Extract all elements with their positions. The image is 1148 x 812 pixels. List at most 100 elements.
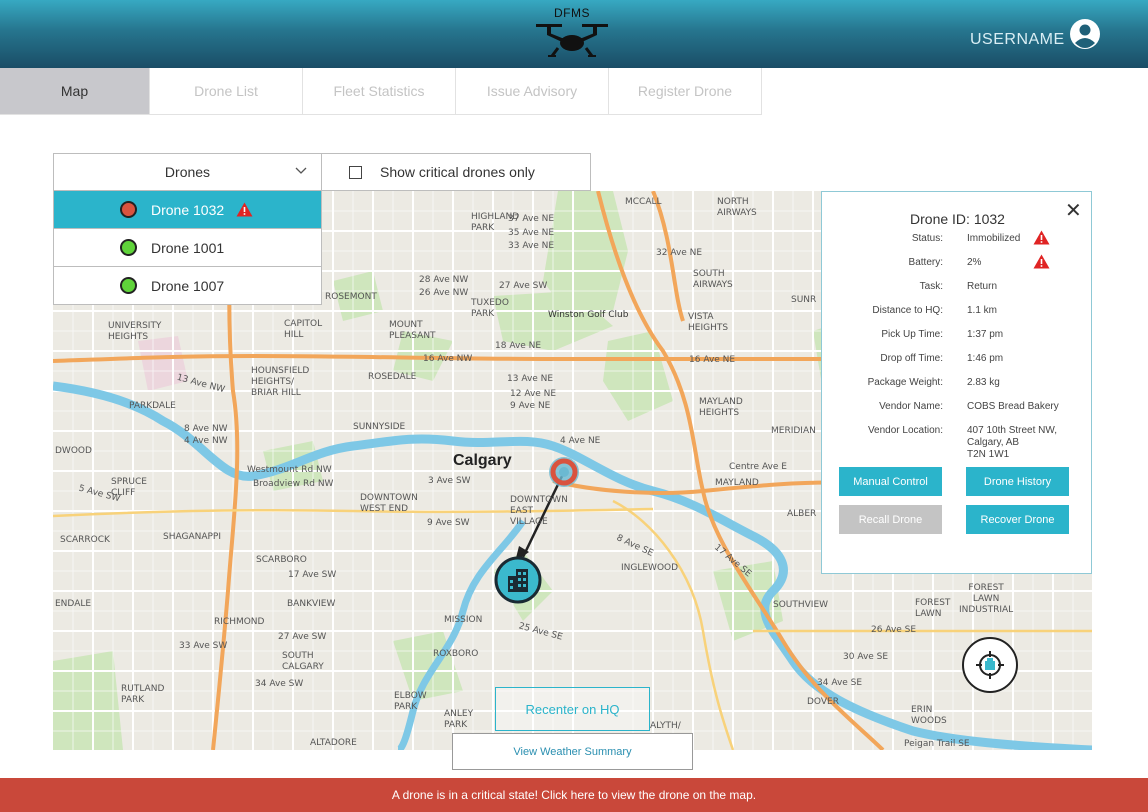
app-logo[interactable]: DFMS: [530, 4, 614, 60]
map-label: BANKVIEW: [287, 599, 336, 609]
map-label: ROSEDALE: [368, 372, 417, 382]
recover-drone-button[interactable]: Recover Drone: [966, 505, 1069, 534]
locate-hq-button[interactable]: [962, 637, 1018, 693]
map-label: SOUTH CALGARY: [282, 651, 324, 672]
map-label: 33 Ave NE: [508, 241, 555, 251]
map-label: ROSEMONT: [325, 292, 377, 302]
map-label: 9 Ave SW: [427, 518, 470, 528]
detail-value: COBS Bread Bakery: [967, 401, 1059, 412]
map-label: MAYLAND HEIGHTS: [699, 397, 743, 418]
drone-name: Drone 1032: [151, 201, 225, 218]
map-label: 17 Ave SW: [288, 570, 337, 580]
map-label: 8 Ave NW: [184, 424, 228, 434]
detail-value: 2%: [967, 257, 982, 268]
map-label: 32 Ave NE: [656, 248, 703, 258]
critical-only-label: Show critical drones only: [380, 164, 535, 180]
map-label: 12 Ave NE: [510, 389, 557, 399]
detail-key: Package Weight:: [867, 377, 943, 388]
drone-history-button[interactable]: Drone History: [966, 467, 1069, 496]
map-label: DOVER: [807, 697, 839, 707]
map-label: 4 Ave NE: [560, 436, 601, 446]
map-label: SOUTHVIEW: [773, 600, 829, 610]
map-label: RICHMOND: [214, 617, 265, 627]
map-label: SHAGANAPPI: [163, 532, 222, 542]
map-label: SCARBORO: [256, 555, 307, 565]
recall-drone-button[interactable]: Recall Drone: [839, 505, 942, 534]
map-label: ALTADORE: [310, 738, 357, 748]
map-label: Centre Ave E: [729, 462, 787, 472]
map-label: 16 Ave NE: [689, 355, 736, 365]
map-label: DWOOD: [55, 446, 92, 456]
map-label: 27 Ave SW: [499, 281, 548, 291]
drone-name: Drone 1001: [151, 239, 225, 256]
status-dot: [120, 239, 137, 256]
critical-alert-banner[interactable]: A drone is in a critical state! Click he…: [0, 778, 1148, 812]
weather-summary-button[interactable]: View Weather Summary: [452, 733, 693, 770]
chevron-down-icon: [295, 167, 307, 174]
tab-map[interactable]: Map: [0, 68, 150, 115]
critical-only-toggle[interactable]: Show critical drones only: [321, 153, 591, 191]
map-label: ELBOW PARK: [394, 691, 427, 712]
map-label: CAPITOL HILL: [284, 319, 323, 340]
drone-list-item[interactable]: Drone 1007: [53, 267, 322, 305]
detail-value: 2.83 kg: [967, 377, 1000, 388]
detail-key: Status:: [911, 233, 943, 244]
warning-icon: [1033, 254, 1050, 269]
map-label: DOWNTOWN WEST END: [360, 493, 418, 514]
drone-detail-panel: Drone ID: 1032 ✕ Status: Immobilized Bat…: [821, 191, 1092, 574]
drone-list: Drone 1032 Drone 1001 Drone 1007: [53, 191, 322, 305]
username-label[interactable]: USERNAME: [970, 31, 1065, 49]
tab-register-drone[interactable]: Register Drone: [609, 68, 762, 115]
recenter-hq-button[interactable]: Recenter on HQ: [495, 687, 650, 731]
crosshair-icon: [976, 651, 1004, 679]
map-label: NORTH AIRWAYS: [717, 197, 757, 218]
map-label: 27 Ave SW: [278, 632, 327, 642]
drone-list-item[interactable]: Drone 1032: [53, 191, 322, 229]
map-label: MAYLAND: [715, 478, 759, 488]
tab-issue-advisory[interactable]: Issue Advisory: [456, 68, 609, 115]
detail-title: Drone ID: 1032: [910, 211, 1005, 227]
map-label: 13 Ave NE: [507, 374, 554, 384]
map-label: SOUTH AIRWAYS: [693, 269, 733, 290]
map-label: ANLEY PARK: [444, 709, 474, 730]
map-label: DOWNTOWN EAST VILLAGE: [510, 495, 568, 527]
manual-control-button[interactable]: Manual Control: [839, 467, 942, 496]
tab-fleet-statistics[interactable]: Fleet Statistics: [303, 68, 456, 115]
detail-value: 407 10th Street NW, Calgary, AB T2N 1W1: [967, 425, 1058, 460]
status-dot: [120, 277, 137, 294]
map-label: MCCALL: [625, 197, 662, 207]
warning-icon: [236, 202, 253, 217]
detail-value: 1:46 pm: [967, 353, 1004, 364]
map-label: 37 Ave NE: [508, 214, 555, 224]
drones-dropdown[interactable]: Drones: [53, 153, 322, 191]
drone-list-item[interactable]: Drone 1001: [53, 229, 322, 267]
detail-value: Immobilized: [967, 233, 1021, 244]
critical-only-checkbox[interactable]: [349, 165, 362, 179]
drones-dropdown-label: Drones: [164, 164, 211, 180]
map-label: PARKDALE: [129, 401, 176, 411]
map-label: ROXBORO: [433, 649, 479, 659]
map-label: 18 Ave NE: [495, 341, 542, 351]
map-label: MERIDIAN: [771, 426, 816, 436]
detail-key: Pick Up Time:: [881, 329, 943, 340]
map-label: Broadview Rd NW: [253, 479, 334, 489]
tab-drone-list[interactable]: Drone List: [150, 68, 303, 115]
detail-value: 1:37 pm: [967, 329, 1004, 340]
main-tabs: Map Drone List Fleet Statistics Issue Ad…: [0, 68, 762, 115]
map-label: SUNNYSIDE: [353, 422, 406, 432]
map-label: Westmount Rd NW: [247, 465, 332, 475]
map-label: 16 Ave NW: [423, 354, 473, 364]
map-label: 34 Ave SE: [817, 678, 863, 688]
user-circle-icon[interactable]: [1070, 19, 1100, 49]
map-label: Winston Golf Club: [548, 310, 629, 320]
close-icon[interactable]: ✕: [1065, 198, 1082, 223]
map-label: VISTA HEIGHTS: [688, 312, 729, 333]
detail-key: Task:: [919, 281, 943, 292]
map-label: 3 Ave SW: [428, 476, 471, 486]
warning-icon: [1033, 230, 1050, 245]
map-label: HOUNSFIELD HEIGHTS/ BRIAR HILL: [251, 366, 310, 398]
detail-key: Vendor Name:: [879, 401, 943, 412]
map-label: 26 Ave SE: [871, 625, 917, 635]
detail-key: Drop off Time:: [880, 353, 943, 364]
hq-building-icon[interactable]: [494, 556, 542, 604]
